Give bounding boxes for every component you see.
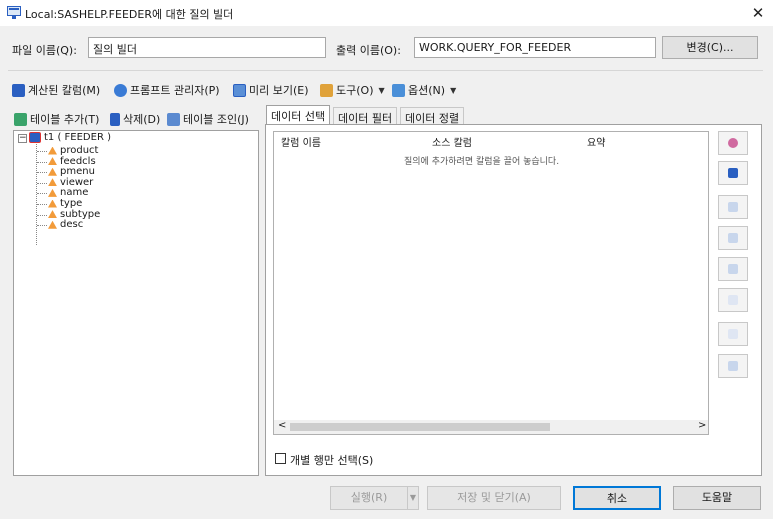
output-name-label: 출력 이름(O): [336, 44, 401, 57]
tab-select-data[interactable]: 데이터 선택 [266, 105, 331, 124]
column-icon [48, 220, 57, 229]
column-grid[interactable] [273, 131, 709, 435]
tree-root-item[interactable]: t1 ( FEEDER ) [29, 132, 111, 143]
trash-icon [110, 112, 120, 126]
distinct-rows-label: 개별 행만 선택(S) [290, 454, 374, 467]
table-icon [29, 132, 41, 143]
options-icon [392, 83, 405, 97]
tools-menu[interactable]: 도구(O) ▼ [320, 81, 385, 99]
arrow-up-icon [728, 295, 738, 305]
add-columns-icon [728, 138, 738, 148]
add-columns-button[interactable] [718, 131, 748, 155]
empty-grid-message: 질의에 추가하려면 칼럼을 끌어 놓습니다. [404, 157, 560, 167]
add-table-icon [14, 112, 27, 126]
tools-icon [320, 83, 333, 97]
tree-column-item[interactable]: product [48, 145, 98, 156]
tab-filter-data[interactable]: 데이터 필터 [333, 107, 398, 125]
computed-column-icon [12, 83, 25, 97]
cancel-button[interactable]: 취소 [573, 486, 661, 510]
prompt-manager-button[interactable]: 프롬프트 관리자(P) [114, 81, 220, 99]
save-close-button[interactable]: 저장 및 닫기(A) [427, 486, 561, 510]
join-tables-icon [167, 112, 180, 126]
computed-column-icon [728, 168, 738, 178]
title-bar: Local:SASHELP.FEEDER에 대한 질의 빌더 ✕ [0, 0, 773, 26]
column-icon [48, 188, 57, 197]
scroll-right-button[interactable]: > [698, 420, 706, 431]
chevron-down-icon: ▼ [378, 85, 385, 95]
tree-column-item[interactable]: type [48, 198, 82, 209]
tree-column-item[interactable]: viewer [48, 177, 93, 188]
divider [8, 70, 763, 71]
tree-column-item[interactable]: feedcls [48, 156, 96, 167]
arrow-down-icon [728, 329, 738, 339]
scrollbar-thumb[interactable] [290, 423, 550, 431]
grid-header-source-column[interactable]: 소스 칼럼 [432, 134, 472, 149]
tree-column-item[interactable]: desc [48, 219, 83, 230]
tree-column-item[interactable]: subtype [48, 209, 100, 220]
column-icon [48, 210, 57, 219]
filter-column-button[interactable] [718, 257, 748, 281]
trash-icon [728, 233, 738, 243]
column-icon [48, 146, 57, 155]
scroll-left-button[interactable]: < [278, 420, 286, 431]
output-name-input[interactable]: WORK.QUERY_FOR_FEEDER [414, 37, 656, 58]
delete-button[interactable]: 삭제(D) [110, 110, 160, 128]
run-button[interactable]: 실행(R) [330, 486, 408, 510]
column-icon [48, 167, 57, 176]
delete-column-button[interactable] [718, 226, 748, 250]
distinct-rows-checkbox[interactable] [275, 453, 286, 464]
options-menu[interactable]: 옵션(N) ▼ [392, 81, 456, 99]
filter-icon [728, 264, 738, 274]
tree-column-item[interactable]: name [48, 187, 88, 198]
column-icon [48, 178, 57, 187]
chevron-down-icon: ▼ [450, 85, 457, 95]
help-button[interactable]: 도움말 [673, 486, 761, 510]
properties-icon [728, 202, 738, 212]
move-up-button[interactable] [718, 288, 748, 312]
join-tables-button[interactable]: 테이블 조인(J) [167, 110, 249, 128]
tab-sort-data[interactable]: 데이터 정렬 [400, 107, 465, 125]
file-name-input[interactable]: 질의 빌더 [88, 37, 326, 58]
properties-button[interactable] [718, 195, 748, 219]
column-icon [48, 157, 57, 166]
prompt-manager-icon [114, 83, 127, 97]
group-button[interactable] [718, 354, 748, 378]
grid-header-summary[interactable]: 요약 [587, 134, 605, 149]
tree-column-item[interactable]: pmenu [48, 166, 95, 177]
group-icon [728, 361, 738, 371]
computed-column-side-button[interactable] [718, 161, 748, 185]
collapse-toggle[interactable]: − [18, 134, 27, 143]
grid-header-column-name[interactable]: 칼럼 이름 [281, 134, 321, 149]
file-name-label: 파일 이름(Q): [12, 44, 77, 57]
run-dropdown-button[interactable]: ▼ [407, 486, 419, 510]
preview-icon [233, 83, 246, 97]
chevron-down-icon: ▼ [409, 493, 417, 502]
computed-column-button[interactable]: 계산된 칼럼(M) [12, 81, 100, 99]
close-button[interactable]: ✕ [745, 2, 771, 24]
query-builder-icon [7, 6, 21, 19]
change-button[interactable]: 변경(C)... [662, 36, 758, 59]
move-down-button[interactable] [718, 322, 748, 346]
preview-button[interactable]: 미리 보기(E) [233, 81, 309, 99]
column-icon [48, 199, 57, 208]
window-title: Local:SASHELP.FEEDER에 대한 질의 빌더 [25, 8, 234, 21]
add-table-button[interactable]: 테이블 추가(T) [14, 110, 99, 128]
